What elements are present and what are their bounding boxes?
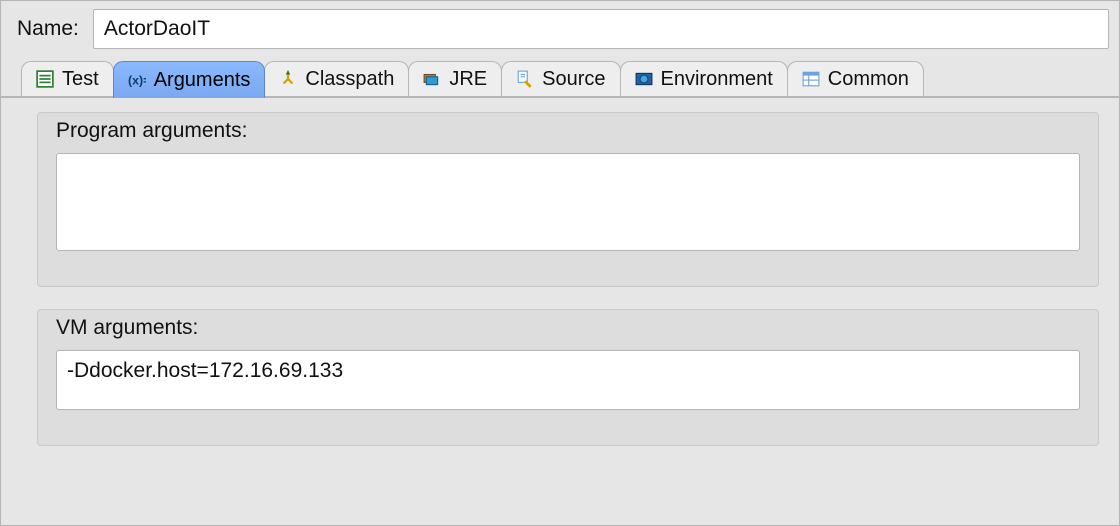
tab-arguments[interactable]: (x)= Arguments [113, 61, 266, 98]
tab-jre[interactable]: JRE [408, 61, 502, 96]
vm-arguments-input[interactable] [56, 350, 1080, 410]
source-icon [516, 70, 534, 88]
tab-environment[interactable]: Environment [620, 61, 788, 96]
name-input[interactable] [93, 9, 1109, 49]
tab-jre-label: JRE [449, 68, 487, 91]
common-icon [802, 70, 820, 88]
tab-source[interactable]: Source [501, 61, 620, 96]
tab-source-label: Source [542, 68, 605, 91]
tab-arguments-label: Arguments [154, 69, 251, 92]
tab-classpath[interactable]: Classpath [264, 61, 409, 96]
run-config-dialog: Name: Test (x)= Arguments [0, 0, 1120, 526]
tab-environment-label: Environment [661, 68, 773, 91]
tab-common[interactable]: Common [787, 61, 924, 96]
name-label: Name: [17, 17, 79, 41]
program-arguments-input[interactable] [56, 153, 1080, 251]
environment-icon [635, 70, 653, 88]
jre-icon [423, 70, 441, 88]
tab-test-label: Test [62, 68, 99, 91]
tab-test[interactable]: Test [21, 61, 114, 96]
vm-arguments-group: VM arguments: [37, 309, 1099, 446]
program-arguments-label: Program arguments: [56, 113, 1080, 153]
test-icon [36, 70, 54, 88]
tab-classpath-label: Classpath [305, 68, 394, 91]
tab-strip: Test (x)= Arguments Classpath [1, 61, 1119, 98]
name-row: Name: [1, 1, 1119, 61]
program-arguments-group: Program arguments: [37, 112, 1099, 287]
svg-text:(x)=: (x)= [128, 74, 146, 88]
arguments-icon: (x)= [128, 71, 146, 89]
tab-common-label: Common [828, 68, 909, 91]
classpath-icon [279, 70, 297, 88]
vm-arguments-label: VM arguments: [56, 310, 1080, 350]
arguments-tab-page: Program arguments: VM arguments: [1, 98, 1119, 446]
